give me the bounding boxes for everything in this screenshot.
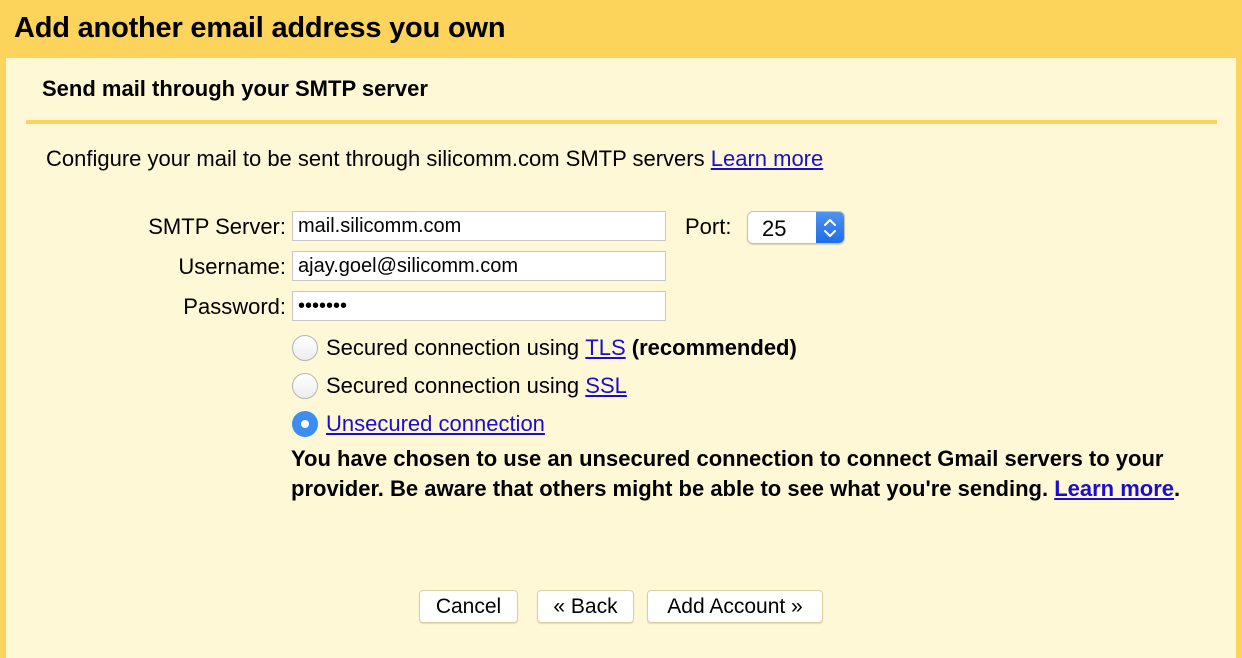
password-input[interactable] xyxy=(292,291,666,321)
username-label: Username: xyxy=(178,254,286,279)
dialog-panel: Send mail through your SMTP server Confi… xyxy=(6,58,1236,658)
smtp-server-label: SMTP Server: xyxy=(148,214,286,239)
password-label: Password: xyxy=(183,294,286,319)
section-title: Send mail through your SMTP server xyxy=(42,76,428,101)
radio-option-ssl[interactable]: Secured connection using SSL xyxy=(292,373,627,399)
intro-label: Configure your mail to be sent through s… xyxy=(46,146,711,171)
radio-option-tls[interactable]: Secured connection using TLS (recommende… xyxy=(292,335,797,361)
recommended-label: (recommended) xyxy=(631,335,797,360)
port-value: 25 xyxy=(762,216,787,241)
learn-more-link[interactable]: Learn more xyxy=(711,146,824,171)
radio-ssl-label: Secured connection using xyxy=(326,373,586,398)
chevron-up-down-icon[interactable] xyxy=(816,212,844,243)
radio-tls[interactable] xyxy=(292,335,318,361)
unsecured-connection-link[interactable]: Unsecured connection xyxy=(326,411,545,437)
add-account-button[interactable]: Add Account » xyxy=(647,590,823,623)
back-button[interactable]: « Back xyxy=(537,590,634,623)
ssl-link[interactable]: SSL xyxy=(585,373,627,399)
radio-ssl[interactable] xyxy=(292,373,318,399)
tls-link[interactable]: TLS xyxy=(585,335,625,361)
warning-text: You have chosen to use an unsecured conn… xyxy=(291,446,1164,501)
section-divider xyxy=(26,120,1217,124)
port-label: Port: xyxy=(685,214,732,239)
unsecured-warning: You have chosen to use an unsecured conn… xyxy=(291,444,1191,504)
port-select[interactable]: 25 xyxy=(747,211,845,244)
intro-text: Configure your mail to be sent through s… xyxy=(46,146,823,172)
dialog-title: Add another email address you own xyxy=(14,12,506,44)
dialog-window: Add another email address you own Send m… xyxy=(0,0,1242,658)
radio-unsecured[interactable] xyxy=(292,411,318,437)
smtp-server-input[interactable] xyxy=(292,211,666,241)
cancel-button[interactable]: Cancel xyxy=(419,590,518,623)
radio-tls-label: Secured connection using xyxy=(326,335,586,360)
warning-end: . xyxy=(1174,476,1181,501)
radio-option-unsecured[interactable]: Unsecured connection xyxy=(292,411,545,437)
username-input[interactable] xyxy=(292,251,666,281)
warning-learn-more-link[interactable]: Learn more xyxy=(1054,476,1174,501)
